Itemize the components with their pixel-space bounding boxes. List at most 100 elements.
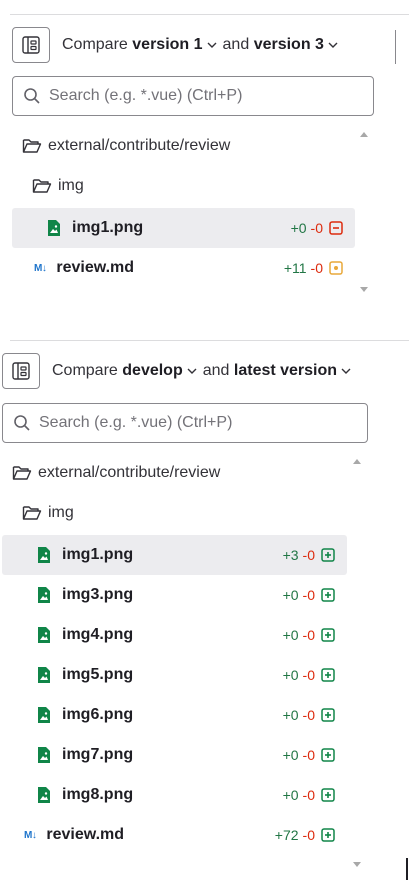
compare-header: Compare develop and latest version	[2, 353, 409, 389]
diff-stats: +0 -0	[283, 587, 335, 603]
tree-file-row[interactable]: img4.png +0 -0	[2, 615, 347, 655]
file-added-icon	[321, 628, 335, 642]
tree-file-row[interactable]: M↓ review.md +72 -0	[2, 815, 347, 855]
folder-name: external/contribute/review	[38, 464, 221, 481]
tree-scrollbar[interactable]	[350, 455, 364, 871]
lines-removed: -0	[302, 667, 315, 683]
file-name: review.md	[46, 826, 125, 843]
lines-added: +0	[282, 787, 299, 803]
lines-added: +0	[282, 747, 299, 763]
scroll-up-arrow[interactable]	[360, 132, 368, 137]
lines-added: +3	[282, 547, 299, 563]
tree-file-row[interactable]: img6.png +0 -0	[2, 695, 347, 735]
toggle-file-tree-button[interactable]	[12, 27, 50, 63]
lines-added: +11	[283, 260, 307, 276]
tree-file-row[interactable]: M↓ review.md +11 -0	[12, 248, 355, 288]
chevron-down-icon	[187, 368, 197, 374]
lines-added: +0	[282, 667, 299, 683]
folder-name: img	[58, 177, 84, 194]
and-label: and	[202, 362, 230, 379]
edge-border	[406, 858, 408, 880]
scroll-down-arrow[interactable]	[360, 287, 368, 292]
file-tree: external/contribute/review img img1.png …	[12, 126, 355, 296]
search-icon	[14, 415, 30, 431]
file-tree-icon	[12, 362, 30, 380]
markdown-icon: M↓	[34, 262, 47, 274]
and-label: and	[222, 36, 250, 53]
file-name: img1.png	[62, 546, 134, 563]
file-added-icon	[321, 788, 335, 802]
lines-removed: -0	[302, 587, 315, 603]
search-input[interactable]	[39, 414, 367, 432]
from-version-dropdown[interactable]: develop	[122, 362, 202, 380]
scroll-down-arrow[interactable]	[353, 862, 361, 867]
diff-stats: +0 -0	[283, 667, 335, 683]
diff-stats: +72 -0	[275, 827, 335, 843]
search-input[interactable]	[49, 87, 373, 105]
tree-file-row[interactable]: img1.png +3 -0	[2, 535, 347, 575]
diff-stats: +0 -0	[283, 707, 335, 723]
tree-folder-root[interactable]: external/contribute/review	[2, 453, 347, 493]
tree-file-row[interactable]: img8.png +0 -0	[2, 775, 347, 815]
lines-removed: -0	[302, 707, 315, 723]
diff-stats: +11 -0	[284, 260, 343, 276]
file-search-box[interactable]	[2, 403, 368, 443]
file-added-icon	[321, 668, 335, 682]
lines-added: +0	[290, 220, 307, 236]
file-image-icon	[38, 627, 50, 643]
lines-removed: -0	[302, 627, 315, 643]
toggle-file-tree-button[interactable]	[2, 353, 40, 389]
diff-stats: +0 -0	[291, 220, 343, 236]
diff-stats: +0 -0	[283, 747, 335, 763]
file-name: review.md	[56, 259, 135, 276]
diff-stats: +0 -0	[283, 627, 335, 643]
from-version-dropdown[interactable]: version 1	[132, 36, 222, 54]
diff-stats: +0 -0	[283, 787, 335, 803]
tree-folder-img[interactable]: img	[12, 166, 355, 206]
file-tree-icon	[22, 36, 40, 54]
tree-folder-img[interactable]: img	[2, 493, 347, 533]
file-modified-icon	[329, 261, 343, 275]
compare-header: Compare version 1 and version 3	[12, 27, 409, 63]
to-version-dropdown[interactable]: version 3	[254, 36, 344, 54]
edge-border	[395, 30, 396, 64]
file-image-icon	[38, 587, 50, 603]
to-version-dropdown[interactable]: latest version	[234, 362, 357, 380]
lines-removed: -0	[302, 827, 315, 843]
lines-added: +0	[282, 707, 299, 723]
tree-file-row[interactable]: img3.png +0 -0	[2, 575, 347, 615]
tree-file-row[interactable]: img5.png +0 -0	[2, 655, 347, 695]
search-icon	[24, 88, 40, 104]
chevron-down-icon	[328, 42, 338, 48]
file-name: img6.png	[62, 706, 134, 723]
lines-removed: -0	[310, 260, 323, 276]
from-version-label: version 1	[132, 36, 203, 53]
tree-file-row[interactable]: img7.png +0 -0	[2, 735, 347, 775]
folder-name: external/contribute/review	[48, 137, 231, 154]
file-deleted-icon	[329, 221, 343, 235]
file-image-icon	[38, 787, 50, 803]
tree-folder-root[interactable]: external/contribute/review	[12, 126, 355, 166]
file-name: img8.png	[62, 786, 134, 803]
file-added-icon	[321, 588, 335, 602]
tree-file-row[interactable]: img1.png +0 -0	[12, 208, 355, 248]
tree-scrollbar[interactable]	[357, 128, 371, 296]
folder-open-icon	[22, 139, 42, 153]
file-search-box[interactable]	[12, 76, 374, 116]
markdown-icon: M↓	[24, 829, 37, 841]
compare-label: Compare	[62, 36, 128, 53]
diff-panel-1: Compare version 1 and version 3 external…	[0, 0, 409, 320]
folder-open-icon	[22, 506, 42, 520]
lines-removed: -0	[302, 547, 315, 563]
lines-removed: -0	[302, 747, 315, 763]
scroll-up-arrow[interactable]	[353, 459, 361, 464]
divider	[10, 14, 409, 15]
chevron-down-icon	[341, 368, 351, 374]
to-version-label: latest version	[233, 362, 338, 379]
compare-label: Compare	[52, 362, 118, 379]
from-version-label: develop	[122, 362, 183, 379]
file-name: img7.png	[62, 746, 134, 763]
file-added-icon	[321, 828, 335, 842]
diff-stats: +3 -0	[283, 547, 335, 563]
folder-open-icon	[12, 466, 32, 480]
